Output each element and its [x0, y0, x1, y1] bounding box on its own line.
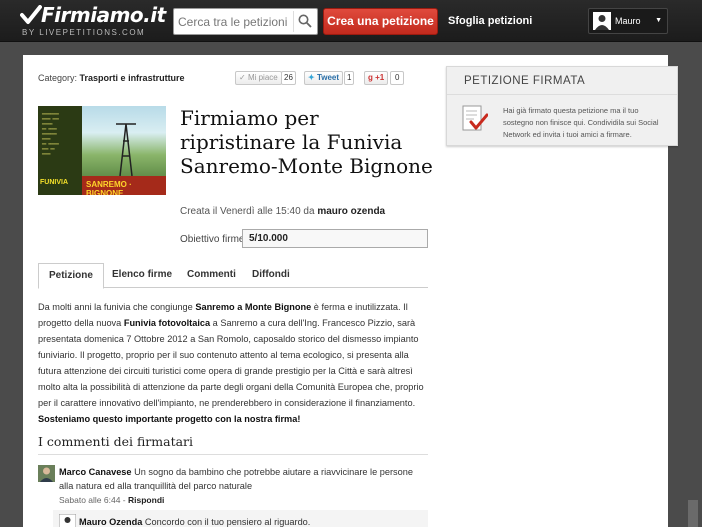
- reply-author-link[interactable]: Mauro Ozenda: [79, 517, 142, 527]
- search-button[interactable]: [293, 11, 315, 32]
- tweet-button[interactable]: ✦ Tweet: [304, 71, 344, 85]
- signed-box-title: PETIZIONE FIRMATA: [464, 75, 586, 87]
- user-silhouette-icon: [595, 15, 609, 30]
- petition-title: Firmiamo per ripristinare la Funivia San…: [180, 106, 433, 178]
- poster-small-text: ════════ ════ ═══ ═════ ══ ════ ═══════ ════ ═…: [42, 112, 59, 156]
- facebook-like-button[interactable]: ✓ Mi piace: [235, 71, 282, 85]
- signed-document-icon: [462, 105, 488, 131]
- search-box: [173, 8, 318, 35]
- like-label: Mi piace: [247, 73, 278, 82]
- poster-text-panel: ════════ ════ ═══ ═════ ══ ════ ═══════ ════ ═…: [38, 106, 82, 195]
- divider: [447, 94, 677, 95]
- browse-petitions-link[interactable]: Sfoglia petizioni: [448, 15, 532, 27]
- created-by-line: Creata il Venerdì alle 15:40 da mauro oz…: [180, 206, 385, 217]
- poster-funivia-text: FUNIVIA: [40, 179, 68, 186]
- petition-signed-box: PETIZIONE FIRMATA Hai già firmato questa…: [446, 66, 678, 146]
- reply-body: Concordo con il tuo pensiero al riguardo…: [144, 517, 311, 527]
- petition-image[interactable]: ════════ ════ ═══ ═════ ══ ════ ═══════ ════ ═…: [38, 106, 166, 195]
- comments-heading: I commenti dei firmatari: [38, 434, 194, 449]
- gplus-label: +1: [375, 73, 385, 82]
- twitter-bird-icon: ✦: [308, 73, 315, 82]
- comment-author-link[interactable]: Marco Canavese: [59, 467, 132, 477]
- reply-avatar[interactable]: [59, 514, 76, 527]
- category-link[interactable]: Trasporti e infrastrutture: [80, 73, 185, 83]
- poster-banner: SANREMO · BIGNONE: [82, 176, 166, 195]
- petition-description: Da molti anni la funivia che congiunge S…: [38, 299, 430, 427]
- reply-comment: Mauro Ozenda Concordo con il tuo pensier…: [53, 510, 428, 527]
- gplus-count: 0: [390, 71, 405, 85]
- search-icon: [298, 14, 312, 28]
- avatar: [593, 12, 611, 30]
- logo-subtitle: BY LIVEPETITIONS.COM: [22, 28, 146, 37]
- logo-text: Firmiamo.it: [41, 3, 166, 27]
- petition-tabs: Petizione Elenco firme Commenti Diffondi: [38, 263, 428, 289]
- google-plus-icon: g: [368, 73, 373, 82]
- tweet-label: Tweet: [316, 73, 340, 82]
- body-text-3: a Sanremo a cura dell'Ing. Francesco Piz…: [38, 318, 424, 408]
- comment-text: Marco Canavese Un sogno da bambino che p…: [59, 465, 429, 493]
- author-link[interactable]: mauro ozenda: [317, 206, 385, 217]
- like-count: 26: [281, 71, 296, 85]
- user-menu-button[interactable]: Mauro ▼: [588, 8, 668, 34]
- tweet-count: 1: [344, 71, 355, 85]
- reply-text: Mauro Ozenda Concordo con il tuo pensier…: [79, 515, 419, 527]
- comment-meta: Sabato alle 6:44 - Rispondi: [59, 495, 164, 505]
- user-name: Mauro: [615, 16, 641, 26]
- google-plus-button[interactable]: g +1: [364, 71, 389, 85]
- goal-value: 5/10.000: [242, 229, 428, 248]
- tab-elenco-firme[interactable]: Elenco firme: [112, 263, 172, 288]
- chevron-down-icon: ▼: [655, 17, 662, 24]
- cable-car-tower-illustration: [116, 123, 136, 177]
- tab-petizione[interactable]: Petizione: [38, 263, 104, 289]
- divider: [38, 454, 428, 455]
- body-bold-2: Funivia fotovoltaica: [123, 318, 211, 328]
- signed-box-text: Hai già firmato questa petizione ma il t…: [503, 106, 659, 139]
- reply-link[interactable]: Rispondi: [128, 495, 164, 505]
- scrollbar[interactable]: [688, 500, 698, 527]
- category-line: Category: Trasporti e infrastrutture: [38, 73, 185, 83]
- create-petition-button[interactable]: Crea una petizione: [323, 8, 438, 35]
- created-prefix: Creata il Venerdì alle 15:40 da: [180, 206, 315, 217]
- tab-commenti[interactable]: Commenti: [187, 263, 236, 288]
- thumbs-up-icon: ✓: [239, 73, 246, 82]
- tab-diffondi[interactable]: Diffondi: [252, 263, 290, 288]
- body-text-1: Da molti anni la funivia che congiunge: [38, 302, 193, 312]
- checkmark-icon: [20, 5, 42, 24]
- poster-banner-text: SANREMO · BIGNONE: [86, 180, 132, 195]
- top-navigation-bar: Firmiamo.it BY LIVEPETITIONS.COM Crea un…: [0, 0, 702, 42]
- category-label: Category:: [38, 73, 78, 83]
- comment-time: Sabato alle 6:44 -: [59, 495, 126, 505]
- body-closing: Sosteniamo questo importante progetto co…: [38, 414, 301, 424]
- search-input[interactable]: [178, 13, 290, 31]
- commenter-avatar[interactable]: [38, 465, 55, 482]
- goal-label: Obiettivo firme:: [180, 234, 248, 245]
- body-bold-1: Sanremo a Monte Bignone: [195, 302, 312, 312]
